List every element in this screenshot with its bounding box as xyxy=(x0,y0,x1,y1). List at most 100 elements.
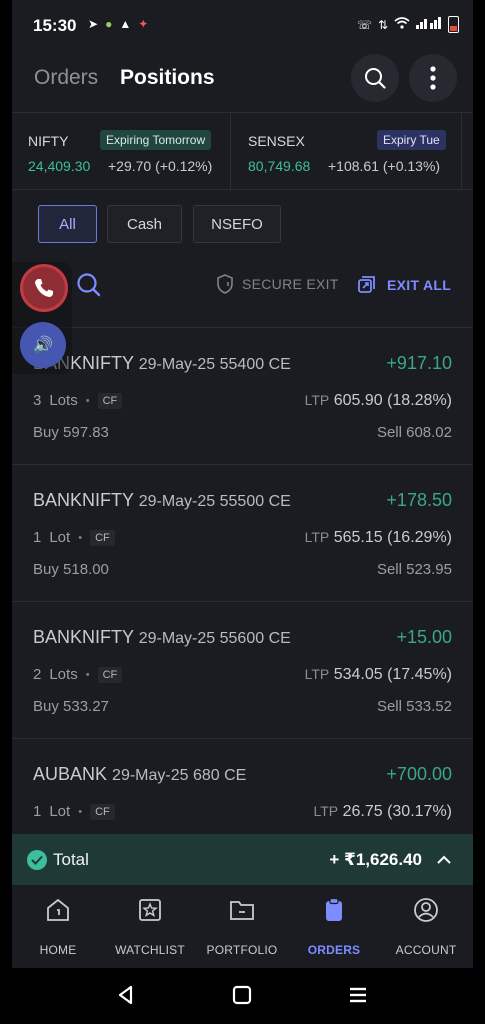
expiry-badge: Expiring Tomorrow xyxy=(100,130,212,150)
index-name: NIFTY xyxy=(28,133,69,149)
home-square-icon[interactable] xyxy=(232,985,252,1010)
telegram-icon: ➤ xyxy=(88,17,99,31)
app-screen: 15:30 ➤ ● ▲ ✦ ☏ ⇅ Orders Positions NIFTY… xyxy=(12,0,473,968)
total-label: Total xyxy=(53,850,89,869)
total-bar[interactable]: Total + ₹1,626.40 xyxy=(12,834,473,885)
filter-chips: All Cash NSEFO xyxy=(12,205,473,245)
position-row[interactable]: BANKNIFTY 29-May-25 55400 CE +917.10 3 Lo… xyxy=(12,327,473,464)
wifi-icon xyxy=(394,17,410,32)
position-ltp: LTP 565.15 (16.29%) xyxy=(304,529,452,546)
index-name: SENSEX xyxy=(248,133,305,149)
app-notification-icon: ▲ xyxy=(119,17,132,31)
account-icon xyxy=(380,897,472,923)
position-sell-avg: Sell 533.52 xyxy=(376,698,452,715)
search-icon xyxy=(365,68,386,89)
status-bar: 15:30 ➤ ● ▲ ✦ ☏ ⇅ xyxy=(12,0,473,52)
watchlist-star-icon xyxy=(104,897,196,923)
filter-all[interactable]: All xyxy=(38,205,97,243)
signal-icon xyxy=(416,17,442,32)
system-navigation-bar xyxy=(0,968,485,1024)
index-value: 80,749.68 xyxy=(248,158,311,174)
secure-exit-label: SECURE EXIT xyxy=(242,276,339,292)
position-ltp: LTP 605.90 (18.28%) xyxy=(304,392,452,409)
app-badge-icon: ✦ xyxy=(138,17,149,31)
phone-icon xyxy=(35,279,53,297)
position-quantity: 3 Lots • CF xyxy=(33,392,123,409)
nav-label: ACCOUNT xyxy=(395,943,457,957)
index-value: 24,409.30 xyxy=(28,158,91,174)
search-positions-icon[interactable] xyxy=(76,272,102,303)
cf-badge: CF xyxy=(97,392,123,409)
position-buy-avg: Buy 597.83 xyxy=(33,424,109,441)
search-button[interactable] xyxy=(351,54,399,102)
nav-watchlist[interactable]: WATCHLIST xyxy=(104,885,196,968)
position-sell-avg: Sell 523.95 xyxy=(376,561,452,578)
back-icon[interactable] xyxy=(116,985,136,1010)
speaker-bubble[interactable]: 🔊 xyxy=(20,322,66,368)
system-status-icons: ☏ ⇅ xyxy=(357,16,459,33)
volte-icon: ☏ xyxy=(356,17,372,32)
position-row[interactable]: BANKNIFTY 29-May-25 55600 CE +15.00 2 Lot… xyxy=(12,601,473,738)
data-transfer-icon: ⇅ xyxy=(377,17,388,32)
position-ltp: LTP 534.05 (17.45%) xyxy=(304,666,452,683)
recents-menu-icon[interactable] xyxy=(348,985,368,1010)
position-symbol: BANKNIFTY 29-May-25 55600 CE xyxy=(33,627,291,647)
total-pnl: + ₹1,626.40 xyxy=(329,850,422,869)
more-vertical-icon xyxy=(430,66,436,90)
nav-orders[interactable]: ORDERS xyxy=(288,885,380,968)
nav-label: WATCHLIST xyxy=(115,943,185,957)
cf-badge: CF xyxy=(90,529,115,546)
position-buy-avg: Buy 533.27 xyxy=(33,698,109,715)
nav-home[interactable]: HOME xyxy=(12,885,104,968)
check-circle-icon xyxy=(27,850,47,870)
filter-nsefo[interactable]: NSEFO xyxy=(193,205,281,243)
secure-exit-button[interactable]: SECURE EXIT xyxy=(216,274,339,294)
speaker-icon: 🔊 xyxy=(33,337,53,354)
tab-positions[interactable]: Positions xyxy=(120,66,215,90)
cf-badge: CF xyxy=(97,666,123,683)
bottom-navigation: HOME WATCHLIST PORTFOLIO ORDERS ACCOUNT xyxy=(12,885,473,968)
index-change: +29.70 (+0.12%) xyxy=(108,158,213,174)
position-symbol: AUBANK 29-May-25 680 CE xyxy=(33,764,247,784)
tab-orders[interactable]: Orders xyxy=(34,66,98,90)
chevron-up-icon[interactable] xyxy=(437,851,451,869)
exit-icon xyxy=(358,276,375,293)
position-quantity: 2 Lots • CF xyxy=(33,666,123,683)
position-sell-avg: Sell 608.02 xyxy=(376,424,452,441)
position-pnl: +15.00 xyxy=(396,627,452,647)
battery-icon xyxy=(448,16,459,33)
android-icon: ● xyxy=(105,17,113,31)
clipboard-icon xyxy=(288,897,380,923)
position-pnl: +700.00 xyxy=(386,764,452,784)
index-ticker: NIFTY Expiring Tomorrow 24,409.30 +29.70… xyxy=(12,112,473,190)
filter-cash[interactable]: Cash xyxy=(107,205,182,243)
more-options-button[interactable] xyxy=(409,54,457,102)
nav-portfolio[interactable]: PORTFOLIO xyxy=(196,885,288,968)
position-pnl: +917.10 xyxy=(386,353,452,373)
nav-label: PORTFOLIO xyxy=(206,943,278,957)
position-row[interactable]: BANKNIFTY 29-May-25 55500 CE +178.50 1 Lo… xyxy=(12,464,473,601)
top-bar: Orders Positions xyxy=(12,52,473,108)
nav-label: HOME xyxy=(39,943,77,957)
position-buy-avg: Buy 518.00 xyxy=(33,561,109,578)
exit-all-button[interactable]: EXIT ALL xyxy=(355,274,451,296)
shield-icon xyxy=(217,274,233,294)
index-change: +108.61 (+0.13%) xyxy=(328,158,441,174)
position-ltp: LTP 26.75 (30.17%) xyxy=(313,803,453,820)
positions-list: BANKNIFTY 29-May-25 55400 CE +917.10 3 Lo… xyxy=(12,327,473,875)
position-quantity: 1 Lot • CF xyxy=(33,529,115,546)
position-pnl: +178.50 xyxy=(386,490,452,510)
nav-account[interactable]: ACCOUNT xyxy=(380,885,472,968)
cf-badge: CF xyxy=(90,803,115,820)
folder-icon xyxy=(196,897,288,923)
nav-label: ORDERS xyxy=(307,943,361,957)
notification-icons: ➤ ● ▲ ✦ xyxy=(88,17,148,31)
expiry-badge: Expiry Tue xyxy=(377,130,446,150)
index-card-sensex[interactable]: SENSEX Expiry Tue 80,749.68 +108.61 (+0.… xyxy=(231,113,462,189)
index-card-nifty[interactable]: NIFTY Expiring Tomorrow 24,409.30 +29.70… xyxy=(12,113,231,189)
status-time: 15:30 xyxy=(33,16,77,35)
exit-all-label: EXIT ALL xyxy=(387,277,452,293)
call-recorder-bubble[interactable] xyxy=(20,264,68,312)
position-actions: SECURE EXIT EXIT ALL xyxy=(12,268,473,302)
position-quantity: 1 Lot • CF xyxy=(33,803,115,820)
